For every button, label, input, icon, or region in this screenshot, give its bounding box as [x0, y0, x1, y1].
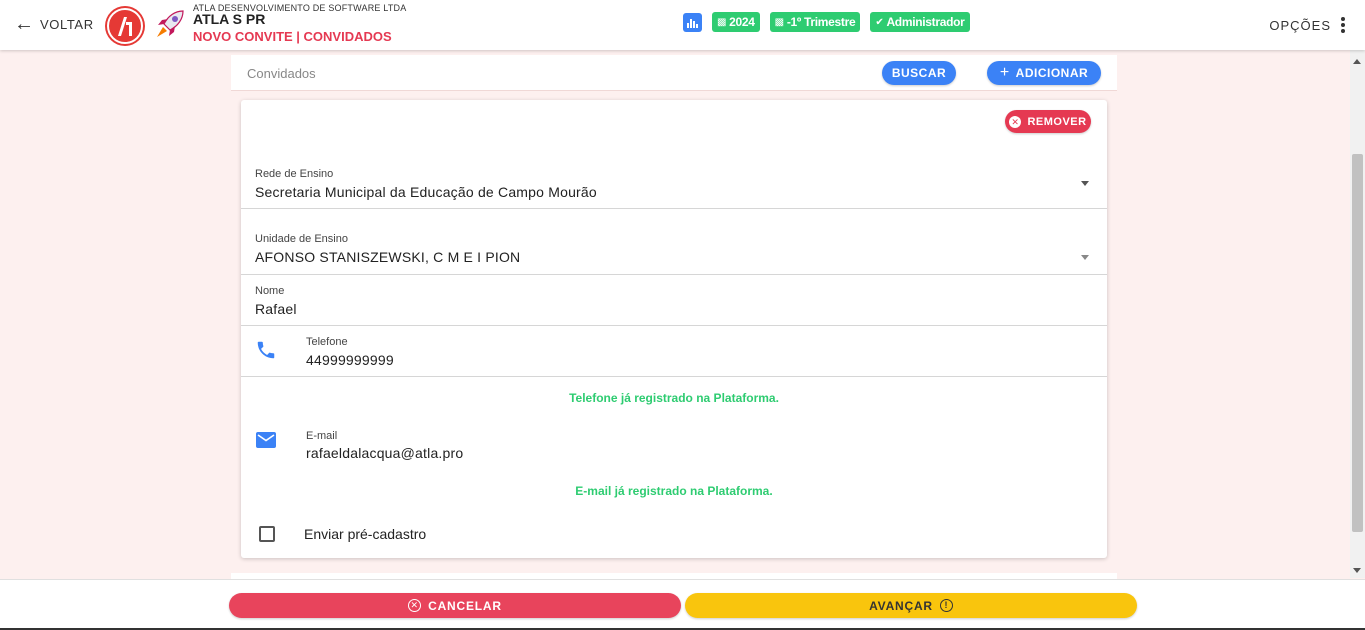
phone-value: 44999999999 [306, 352, 394, 368]
guests-section-header: Convidados BUSCAR + ADICIONAR [231, 55, 1117, 91]
email-field[interactable]: E-mail rafaeldalacqua@atla.pro [241, 425, 1107, 465]
next-button[interactable]: AVANÇAR ! [685, 593, 1137, 618]
rede-ensino-select[interactable]: Rede de Ensino Secretaria Municipal da E… [241, 160, 1107, 209]
role-chip[interactable]: ✔ Administrador [870, 12, 970, 32]
pre-cadastro-checkbox[interactable] [259, 526, 275, 542]
options-label: OPÇÕES [1269, 17, 1331, 33]
email-value: rafaeldalacqua@atla.pro [306, 445, 464, 461]
add-guest-button[interactable]: + ADICIONAR [987, 61, 1101, 85]
scroll-down-arrow[interactable] [1353, 568, 1361, 573]
guest-card: ✕ REMOVER Rede de Ensino Secretaria Muni… [241, 100, 1107, 558]
period-chip[interactable]: ▩ -1º Trimestre [769, 12, 861, 32]
bar-chart-icon[interactable] [683, 12, 702, 32]
page-subtitle: NOVO CONVITE | CONVIDADOS [193, 29, 392, 44]
scroll-up-arrow[interactable] [1353, 59, 1361, 64]
top-app-bar: ← VOLTAR ATLA DESENVOLVIMENTO DE SOFTWAR… [0, 0, 1365, 50]
role-chip-label: Administrador [886, 15, 965, 29]
phone-label: Telefone [306, 336, 348, 348]
remove-guest-button[interactable]: ✕ REMOVER [1005, 110, 1091, 133]
unidade-ensino-label: Unidade de Ensino [255, 233, 348, 245]
remove-guest-label: REMOVER [1027, 115, 1087, 128]
chevron-down-icon [1081, 255, 1089, 260]
year-chip-label: 2024 [729, 15, 755, 29]
email-icon [256, 432, 276, 448]
name-value: Rafael [255, 301, 297, 317]
email-label: E-mail [306, 430, 338, 442]
email-registered-message: E-mail já registrado na Plataforma. [575, 484, 773, 498]
rede-ensino-value: Secretaria Municipal da Educação de Camp… [255, 184, 597, 200]
close-circle-icon: ✕ [1009, 115, 1022, 128]
plus-icon: + [999, 64, 1010, 81]
chevron-down-icon [1081, 181, 1089, 186]
info-circle-icon: ! [939, 599, 953, 612]
close-circle-icon: ✕ [408, 599, 422, 612]
cancel-button[interactable]: ✕ CANCELAR [229, 593, 681, 618]
add-guest-label: ADICIONAR [1015, 66, 1089, 80]
check-circle-icon: ✔ [875, 16, 884, 28]
arrow-left-icon: ← [14, 13, 34, 35]
next-label: AVANÇAR [869, 598, 933, 613]
more-vert-icon [1341, 17, 1345, 33]
search-button[interactable]: BUSCAR [882, 61, 956, 85]
cancel-label: CANCELAR [428, 598, 502, 613]
rede-ensino-label: Rede de Ensino [255, 168, 334, 180]
calendar-icon: ▩ [717, 16, 727, 28]
back-button[interactable]: ← VOLTAR [14, 13, 94, 35]
atla-logo [105, 6, 145, 46]
name-field[interactable]: Nome Rafael [241, 275, 1107, 326]
calendar-icon: ▩ [774, 16, 784, 28]
back-label: VOLTAR [40, 16, 94, 32]
name-label: Nome [255, 285, 285, 297]
year-chip[interactable]: ▩ 2024 [712, 12, 760, 32]
pre-cadastro-checkbox-row[interactable]: Enviar pré-cadastro [259, 526, 426, 542]
footer-actions: ✕ CANCELAR AVANÇAR ! [0, 579, 1365, 630]
unidade-ensino-value: AFONSO STANISZEWSKI, C M E I PION [255, 249, 521, 265]
rocket-icon [153, 7, 187, 41]
period-chip-label: -1º Trimestre [786, 15, 856, 29]
pre-cadastro-label: Enviar pré-cadastro [304, 526, 427, 542]
guests-title: Convidados [247, 66, 316, 81]
unidade-ensino-select[interactable]: Unidade de Ensino AFONSO STANISZEWSKI, C… [241, 209, 1107, 275]
phone-field[interactable]: Telefone 44999999999 [241, 326, 1107, 377]
options-menu-button[interactable]: OPÇÕES [1269, 17, 1345, 33]
phone-registered-message: Telefone já registrado na Plataforma. [569, 391, 779, 405]
scrollbar-thumb[interactable] [1352, 154, 1363, 532]
school-name: ATLA S PR [193, 11, 266, 27]
page-scrollbar[interactable] [1350, 50, 1365, 578]
phone-icon [257, 341, 275, 359]
context-chips: ▩ 2024 ▩ -1º Trimestre ✔ Administrador [683, 12, 970, 32]
